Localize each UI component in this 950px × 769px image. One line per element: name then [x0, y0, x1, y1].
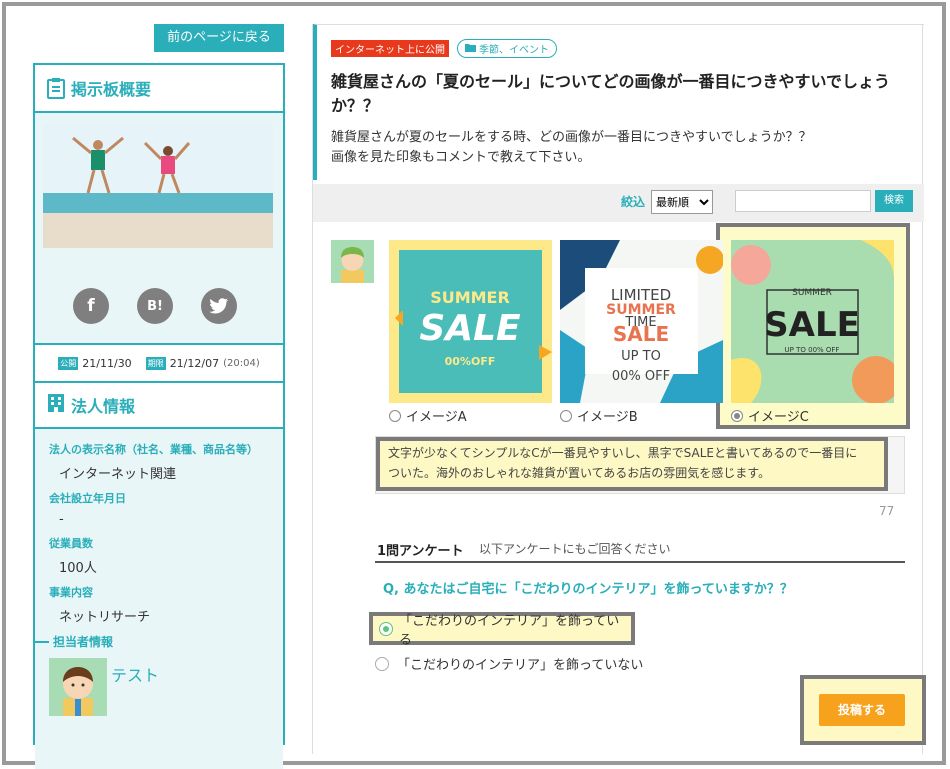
facebook-icon[interactable]: f [73, 288, 109, 324]
staff-info-title: 担当者情報 [53, 635, 114, 649]
twitter-icon[interactable] [201, 288, 237, 324]
field-label: 従業員数 [49, 537, 93, 550]
sort-select[interactable]: 最新順 [651, 190, 713, 214]
category-label: 季節、イベント [479, 45, 549, 56]
filter-label: 絞込 [621, 195, 646, 209]
comment-line: 文字が少なくてシンプルなCが一番見やすいし、黒字でSALEと書いてあるので一番目… [388, 446, 858, 460]
user-avatar [331, 240, 374, 283]
description-line: 雑貨屋さんが夏のセールをする時、どの画像が一番目につきやすいでしょうか？？ [331, 130, 812, 145]
option-image-b[interactable]: LIMITED SUMMER TIME SALE UP TO 00% OFF [560, 240, 723, 403]
search-button[interactable]: 検索 [875, 190, 913, 212]
option-a-label: イメージA [406, 410, 467, 425]
radio-a[interactable] [389, 409, 401, 422]
main-content: インターネット上に公開 季節、イベント 雑貨屋さんの「夏のセール」についてどの画… [312, 24, 926, 754]
comment-line: ついた。海外のおしゃれな雑貨が置いてあるお店の雰囲気を感じます。 [388, 466, 771, 480]
date-info: 公開 21/11/30 期限 21/12/07 (20:04) [35, 345, 283, 383]
option-radio-a[interactable]: イメージA [389, 406, 467, 425]
option-b-text-4: SALE [613, 322, 669, 346]
deadline-tag: 期限 [145, 356, 166, 370]
survey-title: 1問アンケート [377, 544, 464, 559]
search-input[interactable] [735, 190, 871, 212]
filter-bar: 絞込 最新順 検索 [313, 184, 924, 222]
option-b-text-6: 00% OFF [612, 369, 670, 384]
survey-divider [375, 561, 905, 563]
staff-info: テスト [49, 658, 283, 716]
option-radio-b[interactable]: イメージB [560, 406, 638, 425]
field-label: 事業内容 [49, 586, 93, 599]
option-c-text-2: SALE [764, 305, 860, 345]
field-value: 100人 [59, 561, 97, 576]
beach-photo [43, 123, 273, 248]
staff-name[interactable]: テスト [111, 662, 159, 686]
option-c-text-1: SUMMER [792, 288, 832, 298]
radio-b[interactable] [560, 409, 572, 422]
survey-question: Q, あなたはご自宅に「こだわりのインテリア」を飾っていますか？？ [383, 582, 793, 597]
public-scope-badge: インターネット上に公開 [331, 40, 449, 57]
board-summary-header: 掲示板概要 [35, 65, 283, 113]
deadline-date: 21/12/07 [169, 356, 220, 370]
option-c-label: イメージC [748, 410, 809, 425]
public-tag: 公開 [58, 356, 79, 370]
post-header: インターネット上に公開 季節、イベント 雑貨屋さんの「夏のセール」についてどの画… [313, 24, 924, 180]
social-share: f B! [73, 288, 237, 324]
answer-1-label: 「こだわりのインテリア」を飾っている [398, 613, 620, 648]
board-summary-title: 掲示板概要 [71, 80, 152, 99]
option-image-a[interactable]: SUMMER SALE 00%OFF [389, 240, 552, 403]
back-button[interactable]: 前のページに戻る [154, 24, 284, 52]
survey-answer-1[interactable]: 「こだわりのインテリア」を飾っている [369, 612, 635, 648]
public-date: 21/11/30 [82, 356, 132, 370]
field-value: インターネット関連 [59, 467, 177, 482]
option-c-text-3: UP TO 00% OFF [785, 346, 840, 354]
post-title: 雑貨屋さんの「夏のセール」についてどの画像が一番目につきやすいでしょうか？？ [331, 72, 891, 115]
deadline-time: (20:04) [223, 357, 260, 369]
clipboard-icon [47, 77, 65, 99]
corp-info-header: 法人情報 [35, 383, 283, 429]
corp-info-title: 法人情報 [71, 397, 136, 416]
post-button[interactable]: 投稿する [819, 694, 905, 726]
option-a-text-3: 00%OFF [445, 355, 496, 368]
survey-answer-2[interactable]: 「こだわりのインテリア」を飾っていない [375, 654, 643, 673]
building-icon [47, 393, 65, 417]
option-b-label: イメージB [577, 410, 638, 425]
staff-info-header: 担当者情報 [35, 633, 283, 650]
field-label: 法人の表示名称（社名、業種、商品名等） [49, 443, 258, 456]
answer-1-radio[interactable] [379, 621, 393, 636]
description-line: 画像を見た印象もコメントで教えて下さい。 [331, 150, 591, 165]
board-image-area: f B! [35, 113, 283, 345]
survey-subtitle: 以下アンケートにもご回答ください [479, 542, 671, 556]
hatena-bookmark-icon[interactable]: B! [137, 288, 173, 324]
post-description: 雑貨屋さんが夏のセールをする時、どの画像が一番目につきやすいでしょうか？？ 画像… [331, 128, 910, 168]
char-count: 77 [879, 504, 895, 518]
field-value: ネットリサーチ [59, 610, 151, 625]
option-a-text-1: SUMMER [430, 288, 510, 307]
option-image-c[interactable]: SUMMER SALE UP TO 00% OFF [731, 240, 894, 403]
option-b-text-5: UP TO [621, 349, 661, 364]
category-badge[interactable]: 季節、イベント [457, 39, 557, 58]
comment-textarea[interactable]: 文字が少なくてシンプルなCが一番見やすいし、黒字でSALEと書いてあるので一番目… [376, 437, 888, 491]
folder-icon [465, 43, 476, 55]
radio-c[interactable] [731, 409, 743, 422]
sidebar: 掲示板概要 f B! 公開 21/11/30 期限 21/12/07 (20:0… [33, 63, 285, 769]
corp-info-body: 法人の表示名称（社名、業種、商品名等） インターネット関連 会社設立年月日 - … [35, 429, 283, 769]
staff-avatar [49, 658, 107, 716]
field-label: 会社設立年月日 [49, 492, 126, 505]
option-a-text-2: SALE [419, 308, 521, 349]
answer-2-radio[interactable] [375, 656, 389, 671]
answer-2-label: 「こだわりのインテリア」を飾っていない [397, 658, 644, 673]
field-value: - [59, 512, 64, 527]
option-radio-c[interactable]: イメージC [731, 406, 809, 425]
